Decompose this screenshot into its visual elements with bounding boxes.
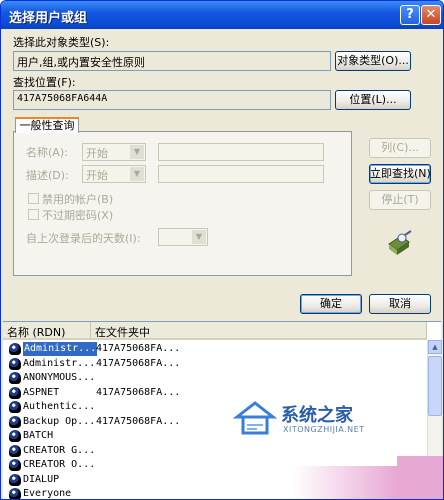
name-operator-value: 开始 (86, 147, 108, 160)
description-operator-select[interactable]: 开始 ▼ (82, 165, 146, 183)
disabled-accounts-checkbox[interactable] (28, 193, 39, 204)
title-bar: 选择用户或组 ? ✕ (1, 1, 443, 29)
table-row[interactable]: ANONYMOUS... (3, 371, 423, 385)
close-button[interactable]: ✕ (421, 5, 441, 25)
user-icon (9, 473, 21, 486)
help-button[interactable]: ? (400, 5, 420, 25)
name-operator-select[interactable]: 开始 ▼ (82, 143, 146, 161)
row-name: Authentic... (23, 401, 96, 412)
column-header-name[interactable]: 名称 (RDN) (3, 322, 91, 340)
decor-overlay (293, 466, 397, 499)
object-type-field: 用户,组,或内置安全性原则 (13, 51, 331, 71)
days-since-logon-label: 自上次登录后的天数(I): (26, 232, 141, 245)
watermark-logo: 系统之家 XITONGZHIJIA.NET (233, 399, 393, 439)
decor-overlay-corner (397, 456, 443, 499)
scroll-up-icon[interactable]: ▲ (428, 340, 442, 354)
object-type-label: 选择此对象类型(S): (13, 36, 110, 49)
user-icon (9, 488, 21, 499)
user-icon (9, 372, 21, 384)
locations-button[interactable]: 位置(L)... (335, 90, 411, 110)
general-query-panel: 名称(A): 开始 ▼ 描述(D): 开始 ▼ 禁用的帐户(B) 不过期密码(X… (13, 131, 352, 276)
find-now-button[interactable]: 立即查找(N) (369, 164, 431, 184)
user-icon (9, 415, 21, 428)
user-icon (9, 343, 21, 355)
row-name: BATCH (23, 430, 54, 441)
table-row[interactable]: Administr... 417A75068FA... (3, 357, 423, 371)
user-icon (9, 357, 21, 370)
table-row[interactable]: ASPNET 417A75068FA... (3, 386, 423, 400)
columns-button[interactable]: 列(C)... (369, 138, 431, 158)
table-row[interactable]: CREATOR G... (3, 444, 423, 458)
row-folder: 417A75068FA... (96, 386, 181, 398)
user-icon (9, 401, 21, 413)
location-label: 查找位置(F): (13, 76, 76, 89)
name-label: 名称(A): (26, 146, 68, 159)
name-input[interactable] (158, 143, 324, 161)
row-folder: 417A75068FA... (96, 343, 181, 354)
chevron-down-icon: ▼ (192, 230, 206, 244)
watermark-brand: 系统之家 (281, 405, 353, 426)
column-header-folder[interactable]: 在文件夹中 (91, 322, 427, 340)
row-name: ASPNET (23, 386, 60, 398)
cancel-button[interactable]: 取消 (369, 294, 431, 314)
object-types-button[interactable]: 对象类型(O)... (335, 51, 411, 71)
table-row[interactable]: Administr... 417A75068FA... (3, 342, 423, 356)
description-input[interactable] (158, 165, 324, 183)
disabled-accounts-label: 禁用的帐户(B) (42, 193, 114, 206)
row-name: ANONYMOUS... (23, 372, 96, 383)
days-since-logon-select[interactable]: ▼ (158, 228, 208, 246)
search-flashlight-icon (388, 230, 412, 255)
row-name: Administr... (23, 357, 96, 369)
row-name: DIALUP (23, 473, 60, 485)
window-title: 选择用户或组 (9, 11, 88, 26)
user-icon (9, 430, 21, 442)
user-icon (9, 386, 21, 399)
house-logo-icon (233, 401, 277, 435)
watermark-url: XITONGZHIJIA.NET (283, 425, 365, 434)
user-icon (9, 444, 21, 457)
ok-button[interactable]: 确定 (300, 294, 362, 314)
chevron-down-icon: ▼ (130, 167, 144, 181)
row-name: Administr... (23, 342, 98, 356)
user-icon (9, 459, 21, 471)
row-name: Backup Op... (23, 415, 96, 427)
tab-general-query[interactable]: 一般性查询 (15, 117, 79, 133)
row-folder: 417A75068FA... (96, 415, 181, 427)
non-expiring-password-label: 不过期密码(X) (42, 209, 114, 222)
description-label: 描述(D): (26, 169, 69, 182)
stop-button[interactable]: 停止(T) (369, 190, 431, 210)
row-name: CREATOR G... (23, 444, 96, 456)
chevron-down-icon: ▼ (130, 145, 144, 159)
description-operator-value: 开始 (86, 169, 108, 182)
select-users-dialog: 选择用户或组 ? ✕ 选择此对象类型(S): 用户,组,或内置安全性原则 对象类… (0, 0, 444, 500)
row-name: CREATOR O... (23, 459, 96, 470)
non-expiring-password-checkbox[interactable] (28, 209, 39, 220)
scroll-thumb[interactable] (428, 356, 442, 416)
location-field: 417A75068FA644A (13, 90, 331, 110)
row-name: Everyone (23, 488, 72, 499)
row-folder: 417A75068FA... (96, 357, 181, 369)
